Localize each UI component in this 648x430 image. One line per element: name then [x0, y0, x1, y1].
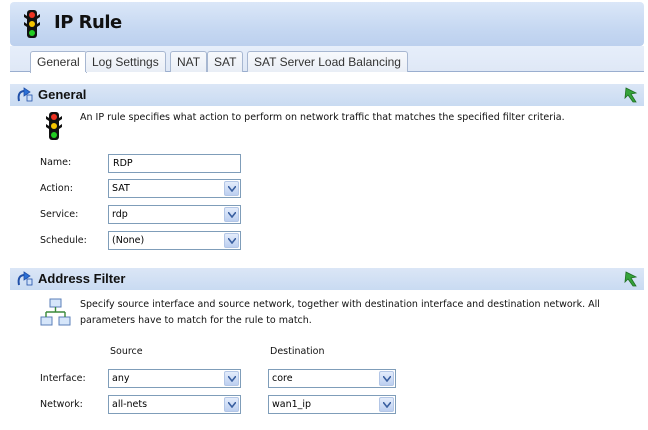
destination-network-value: wan1_ip [272, 399, 312, 410]
action-select[interactable]: SAT [108, 179, 241, 198]
address-filter-description-line2: parameters have to match for the rule to… [80, 315, 312, 326]
name-field[interactable]: RDP [108, 154, 241, 173]
address-filter-description-line1: Specify source interface and source netw… [80, 299, 600, 310]
chevron-down-icon[interactable] [379, 397, 394, 412]
source-network-value: all-nets [112, 399, 148, 410]
arrow-right-icon [16, 87, 34, 106]
source-column-header: Source [110, 346, 143, 357]
service-value: rdp [112, 209, 128, 220]
tab-nat[interactable]: NAT [170, 51, 208, 72]
schedule-select[interactable]: (None) [108, 231, 241, 250]
destination-interface-select[interactable]: core [268, 369, 396, 388]
arrow-right-icon [16, 271, 34, 290]
service-select[interactable]: rdp [108, 205, 241, 224]
chevron-down-icon[interactable] [224, 181, 239, 196]
traffic-light-icon [24, 10, 40, 41]
address-filter-section-title: Address Filter [38, 271, 126, 286]
schedule-value: (None) [112, 235, 145, 246]
green-refresh-icon[interactable] [624, 87, 638, 106]
destination-network-select[interactable]: wan1_ip [268, 395, 396, 414]
traffic-light-icon [46, 112, 62, 143]
destination-column-header: Destination [270, 346, 325, 357]
address-filter-section-header: Address Filter [10, 268, 644, 290]
schedule-label: Schedule: [40, 235, 87, 246]
network-label: Network: [40, 399, 83, 410]
service-label: Service: [40, 209, 79, 220]
destination-interface-value: core [272, 373, 293, 384]
tab-general[interactable]: General [30, 51, 87, 73]
network-icon [40, 298, 72, 331]
tab-strip: General Log Settings NAT SAT SAT Server … [10, 46, 644, 73]
source-interface-select[interactable]: any [108, 369, 241, 388]
action-label: Action: [40, 183, 73, 194]
chevron-down-icon[interactable] [224, 371, 239, 386]
interface-label: Interface: [40, 373, 86, 384]
name-label: Name: [40, 157, 72, 168]
tab-sat-server-load-balancing[interactable]: SAT Server Load Balancing [247, 51, 408, 72]
tab-sat[interactable]: SAT [207, 51, 244, 72]
chevron-down-icon[interactable] [224, 233, 239, 248]
general-description: An IP rule specifies what action to perf… [80, 112, 565, 123]
general-section-header: General [10, 84, 644, 106]
source-network-select[interactable]: all-nets [108, 395, 241, 414]
chevron-down-icon[interactable] [379, 371, 394, 386]
page-title: IP Rule [54, 12, 122, 33]
chevron-down-icon[interactable] [224, 397, 239, 412]
green-refresh-icon[interactable] [624, 271, 638, 290]
general-section-title: General [38, 87, 87, 102]
tab-log-settings[interactable]: Log Settings [85, 51, 166, 72]
source-interface-value: any [112, 373, 130, 384]
chevron-down-icon[interactable] [224, 207, 239, 222]
title-bar: IP Rule [10, 2, 644, 46]
action-value: SAT [112, 183, 130, 194]
